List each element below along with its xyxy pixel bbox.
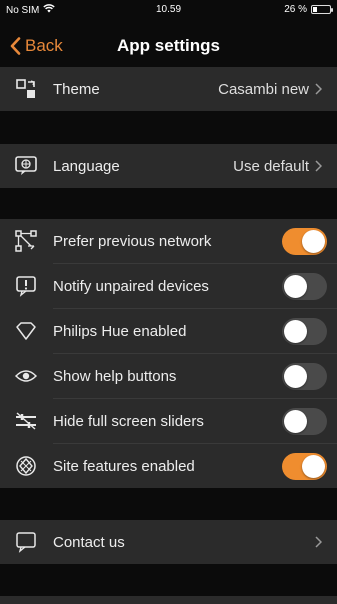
language-icon (13, 153, 39, 179)
toggle-row-hide-sliders: Hide full screen sliders (0, 399, 337, 443)
alert-bubble-icon (13, 273, 39, 299)
chevron-right-icon (315, 160, 325, 172)
toggle-label: Prefer previous network (53, 232, 212, 250)
language-section: Language Use default (0, 144, 337, 188)
toggle-row-philips-hue: Philips Hue enabled (0, 309, 337, 353)
page-title: App settings (117, 36, 220, 55)
contact-section: Contact us (0, 520, 337, 564)
theme-section: Theme Casambi new (0, 67, 337, 111)
toggle-row-prefer-network: Prefer previous network (0, 219, 337, 263)
language-label: Language (53, 157, 120, 175)
language-value: Use default (233, 157, 309, 175)
contact-label: Contact us (53, 533, 125, 551)
notify-unpaired-toggle[interactable] (282, 272, 327, 300)
chevron-right-icon (315, 536, 325, 548)
toggle-label: Show help buttons (53, 367, 177, 385)
site-icon (13, 453, 39, 479)
hide-sliders-toggle[interactable] (282, 407, 327, 435)
contact-row[interactable]: Contact us (0, 520, 337, 564)
toggle-row-site-features: Site features enabled (0, 444, 337, 488)
toggle-label: Philips Hue enabled (53, 322, 187, 340)
language-row[interactable]: Language Use default (0, 144, 337, 188)
eye-icon (13, 363, 39, 389)
help-buttons-toggle[interactable] (282, 362, 327, 390)
navigation-bar: Back App settings (0, 20, 337, 73)
theme-label: Theme (53, 80, 100, 98)
battery-percent: 26 % (284, 4, 307, 15)
chat-bubble-icon (13, 529, 39, 555)
toggle-label: Notify unpaired devices (53, 277, 209, 295)
theme-row[interactable]: Theme Casambi new (0, 67, 337, 111)
next-section-edge (0, 596, 337, 604)
toggles-section: Prefer previous network Notify unpaired … (0, 219, 337, 488)
toggle-label: Site features enabled (53, 457, 195, 475)
prefer-network-toggle[interactable] (282, 227, 327, 255)
diamond-icon (13, 318, 39, 344)
status-bar: No SIM 10.59 26 % (0, 0, 337, 20)
battery-icon (311, 5, 333, 14)
toggle-row-help-buttons: Show help buttons (0, 354, 337, 398)
chevron-right-icon (315, 83, 325, 95)
philips-hue-toggle[interactable] (282, 317, 327, 345)
site-features-toggle[interactable] (282, 452, 327, 480)
toggle-row-notify-unpaired: Notify unpaired devices (0, 264, 337, 308)
toggle-label: Hide full screen sliders (53, 412, 204, 430)
theme-value: Casambi new (218, 80, 309, 98)
sliders-icon (13, 408, 39, 434)
theme-icon (13, 76, 39, 102)
network-icon (13, 228, 39, 254)
